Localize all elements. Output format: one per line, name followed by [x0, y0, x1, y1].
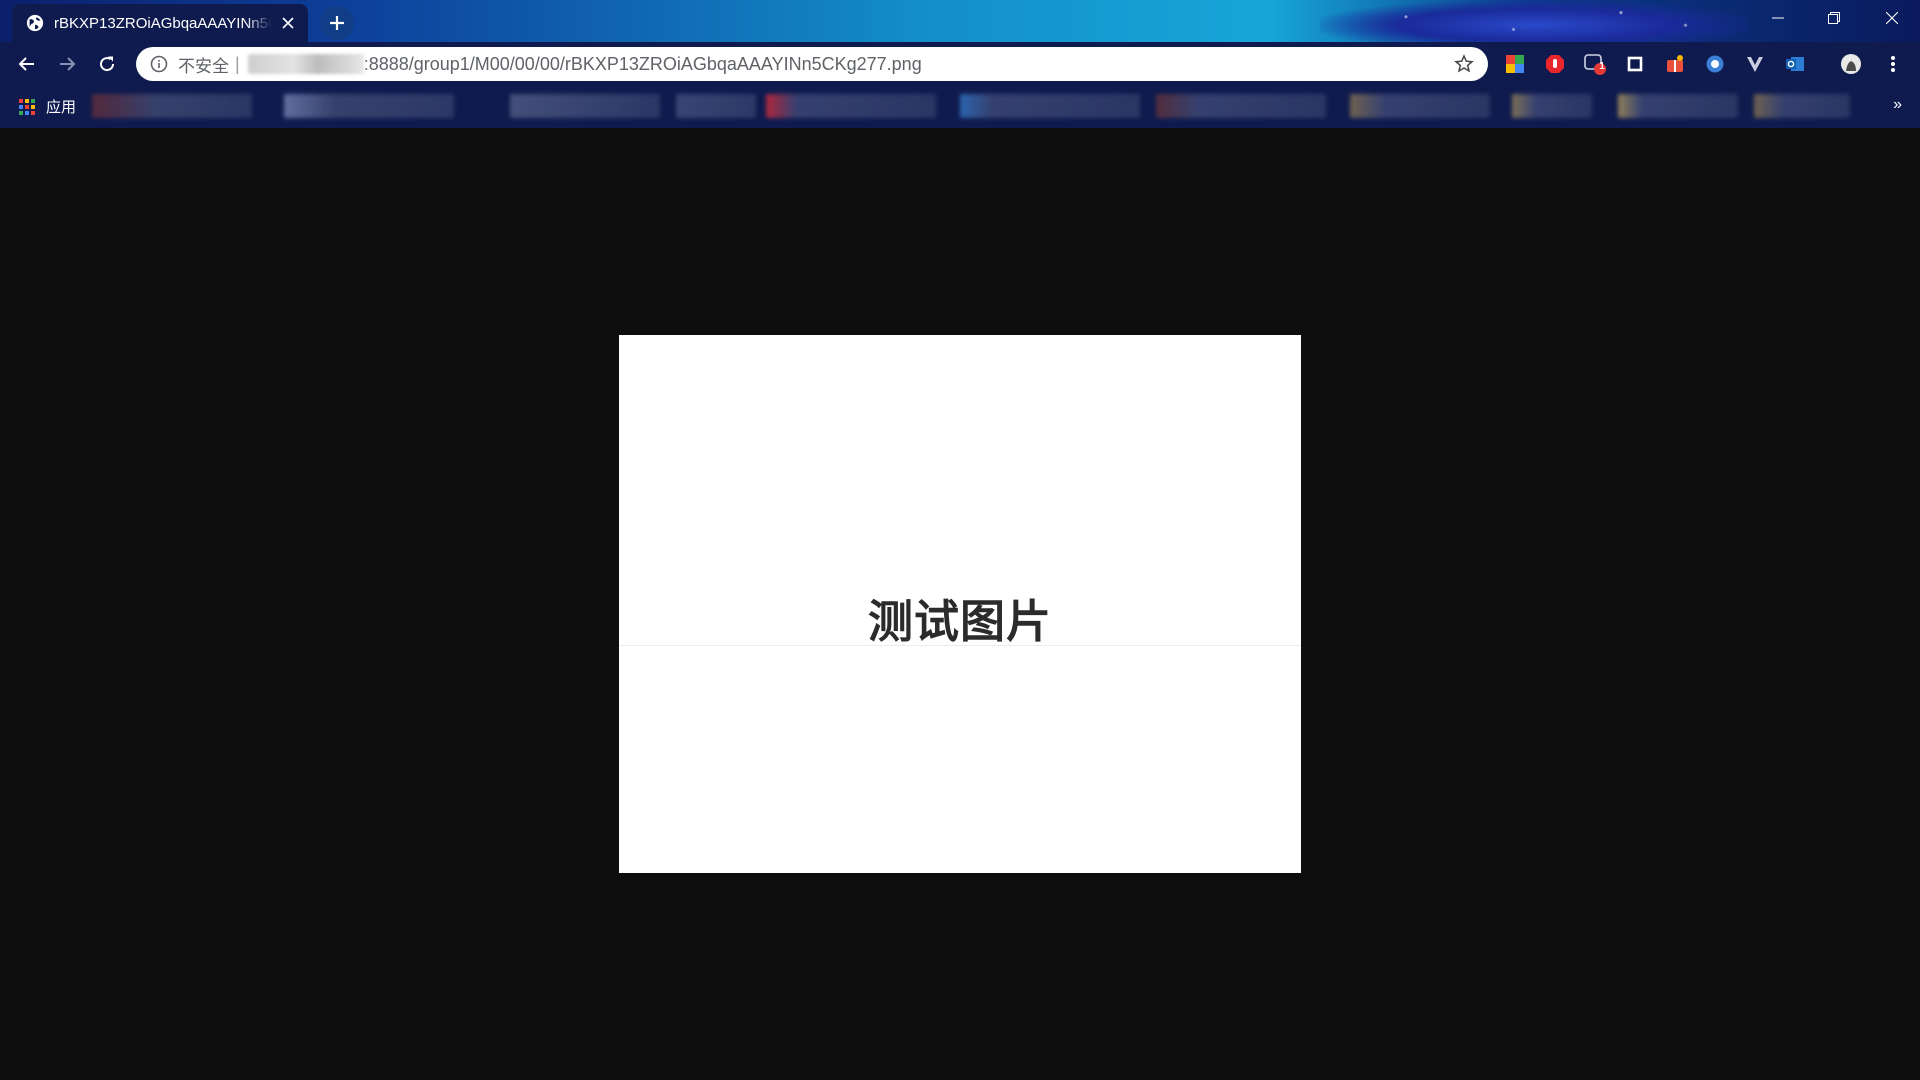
extension-circle-icon[interactable]	[1702, 51, 1728, 77]
bookmark-item-redacted[interactable]	[1618, 94, 1738, 118]
minimize-button[interactable]	[1750, 0, 1806, 36]
close-window-button[interactable]	[1864, 0, 1920, 36]
back-button[interactable]	[11, 48, 43, 80]
kebab-menu-icon	[1891, 56, 1895, 72]
extension-v-icon[interactable]	[1742, 51, 1768, 77]
extension-color-tiles-icon[interactable]	[1502, 51, 1528, 77]
security-status-label[interactable]: 不安全	[178, 52, 229, 77]
bookmark-item-redacted[interactable]	[284, 94, 454, 118]
info-icon[interactable]	[150, 55, 168, 73]
image-viewer: 测试图片	[0, 128, 1920, 1080]
tab-title: rBKXP13ZROiAGbqaAAAYINn5CKg277.png	[54, 14, 272, 32]
bookmark-item-redacted[interactable]	[510, 94, 660, 118]
extension-gift-icon[interactable]	[1662, 51, 1688, 77]
bookmark-item-redacted[interactable]	[1350, 94, 1490, 118]
address-bar[interactable]: 不安全 | :8888/group1/M00/00/00/rBKXP13ZROi…	[136, 47, 1488, 81]
bookmark-item-redacted[interactable]	[1754, 94, 1850, 118]
browser-tab-active[interactable]: rBKXP13ZROiAGbqaAAAYINn5CKg277.png	[12, 4, 308, 42]
minimize-icon	[1772, 17, 1784, 19]
extension-notifier-icon[interactable]: 1	[1582, 51, 1608, 77]
reload-button[interactable]	[91, 48, 123, 80]
extension-square-icon[interactable]	[1622, 51, 1648, 77]
profile-avatar[interactable]	[1838, 51, 1864, 77]
image-caption-text: 测试图片	[867, 595, 1052, 648]
close-tab-icon[interactable]	[278, 13, 298, 33]
bookmarks-bar: 应用 »	[0, 86, 1920, 129]
bookmark-item-redacted[interactable]	[1512, 94, 1592, 118]
extension-adblock-icon[interactable]	[1542, 51, 1568, 77]
arrow-right-icon	[60, 57, 76, 71]
bookmark-item-redacted[interactable]	[676, 94, 756, 118]
browser-menu-button[interactable]	[1880, 51, 1906, 77]
browser-toolbar: 不安全 | :8888/group1/M00/00/00/rBKXP13ZROi…	[0, 42, 1920, 86]
close-icon	[1886, 12, 1898, 24]
bookmark-item-redacted[interactable]	[1156, 94, 1326, 118]
address-separator: |	[235, 53, 240, 74]
apps-shortcut[interactable]: 应用	[18, 96, 76, 117]
url-text[interactable]: :8888/group1/M00/00/00/rBKXP13ZROiAGbqaA…	[364, 54, 1454, 75]
bookmark-item-redacted[interactable]	[960, 94, 1140, 118]
arrow-left-icon	[18, 57, 34, 71]
bookmark-item-redacted[interactable]	[92, 94, 252, 118]
restore-button[interactable]	[1806, 0, 1862, 36]
extension-outlook-icon[interactable]	[1782, 51, 1808, 77]
new-tab-button[interactable]	[320, 6, 354, 40]
image-divider-line	[619, 645, 1301, 646]
apps-label: 应用	[46, 99, 77, 116]
apps-grid-icon	[19, 98, 35, 115]
globe-icon	[26, 14, 44, 32]
reload-icon	[100, 56, 115, 72]
theme-background-art	[1320, 0, 1750, 42]
redacted-host	[247, 54, 364, 74]
bookmark-item-redacted[interactable]	[766, 94, 936, 118]
bookmarks-overflow-chevron[interactable]: »	[1893, 96, 1902, 114]
plus-icon	[330, 16, 344, 30]
extension-badge-count: 1	[1599, 61, 1605, 72]
restore-icon	[1828, 12, 1840, 24]
displayed-image[interactable]: 测试图片	[619, 335, 1301, 873]
tab-strip: rBKXP13ZROiAGbqaAAAYINn5CKg277.png	[0, 0, 1920, 42]
forward-button[interactable]	[51, 48, 83, 80]
bookmark-star-icon[interactable]	[1454, 54, 1474, 74]
